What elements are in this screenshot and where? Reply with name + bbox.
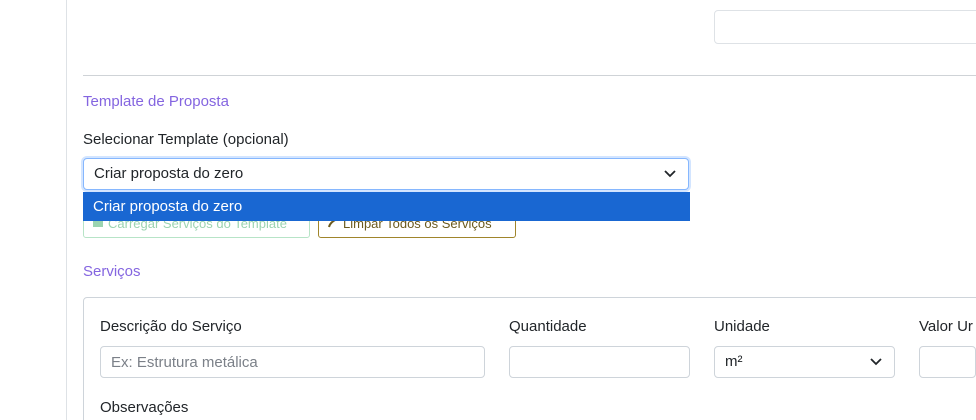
page: Template de Proposta Selecionar Template… — [0, 0, 976, 420]
template-option-label: Criar proposta do zero — [93, 198, 243, 215]
quantity-label: Quantidade — [509, 318, 587, 335]
chevron-down-icon — [664, 170, 676, 178]
template-section-title: Template de Proposta — [83, 93, 229, 110]
unit-value-input[interactable] — [919, 346, 976, 378]
unit-select[interactable]: m² — [714, 346, 895, 378]
template-select-value: Criar proposta do zero — [94, 165, 244, 182]
section-divider — [83, 75, 976, 76]
unit-label: Unidade — [714, 318, 770, 335]
observations-label: Observações — [100, 399, 189, 416]
top-text-input[interactable] — [714, 10, 976, 44]
description-input[interactable] — [100, 346, 485, 378]
sidebar-rail — [0, 0, 67, 420]
quantity-input[interactable] — [509, 346, 690, 378]
template-select[interactable]: Criar proposta do zero — [83, 158, 689, 190]
template-select-label: Selecionar Template (opcional) — [83, 131, 289, 148]
unit-value-label: Valor Ur — [919, 318, 973, 335]
chevron-down-icon — [870, 358, 882, 366]
description-label: Descrição do Serviço — [100, 318, 242, 335]
services-section-title: Serviços — [83, 263, 141, 280]
template-option-criar-do-zero[interactable]: Criar proposta do zero — [83, 192, 690, 221]
unit-select-value: m² — [725, 353, 743, 370]
